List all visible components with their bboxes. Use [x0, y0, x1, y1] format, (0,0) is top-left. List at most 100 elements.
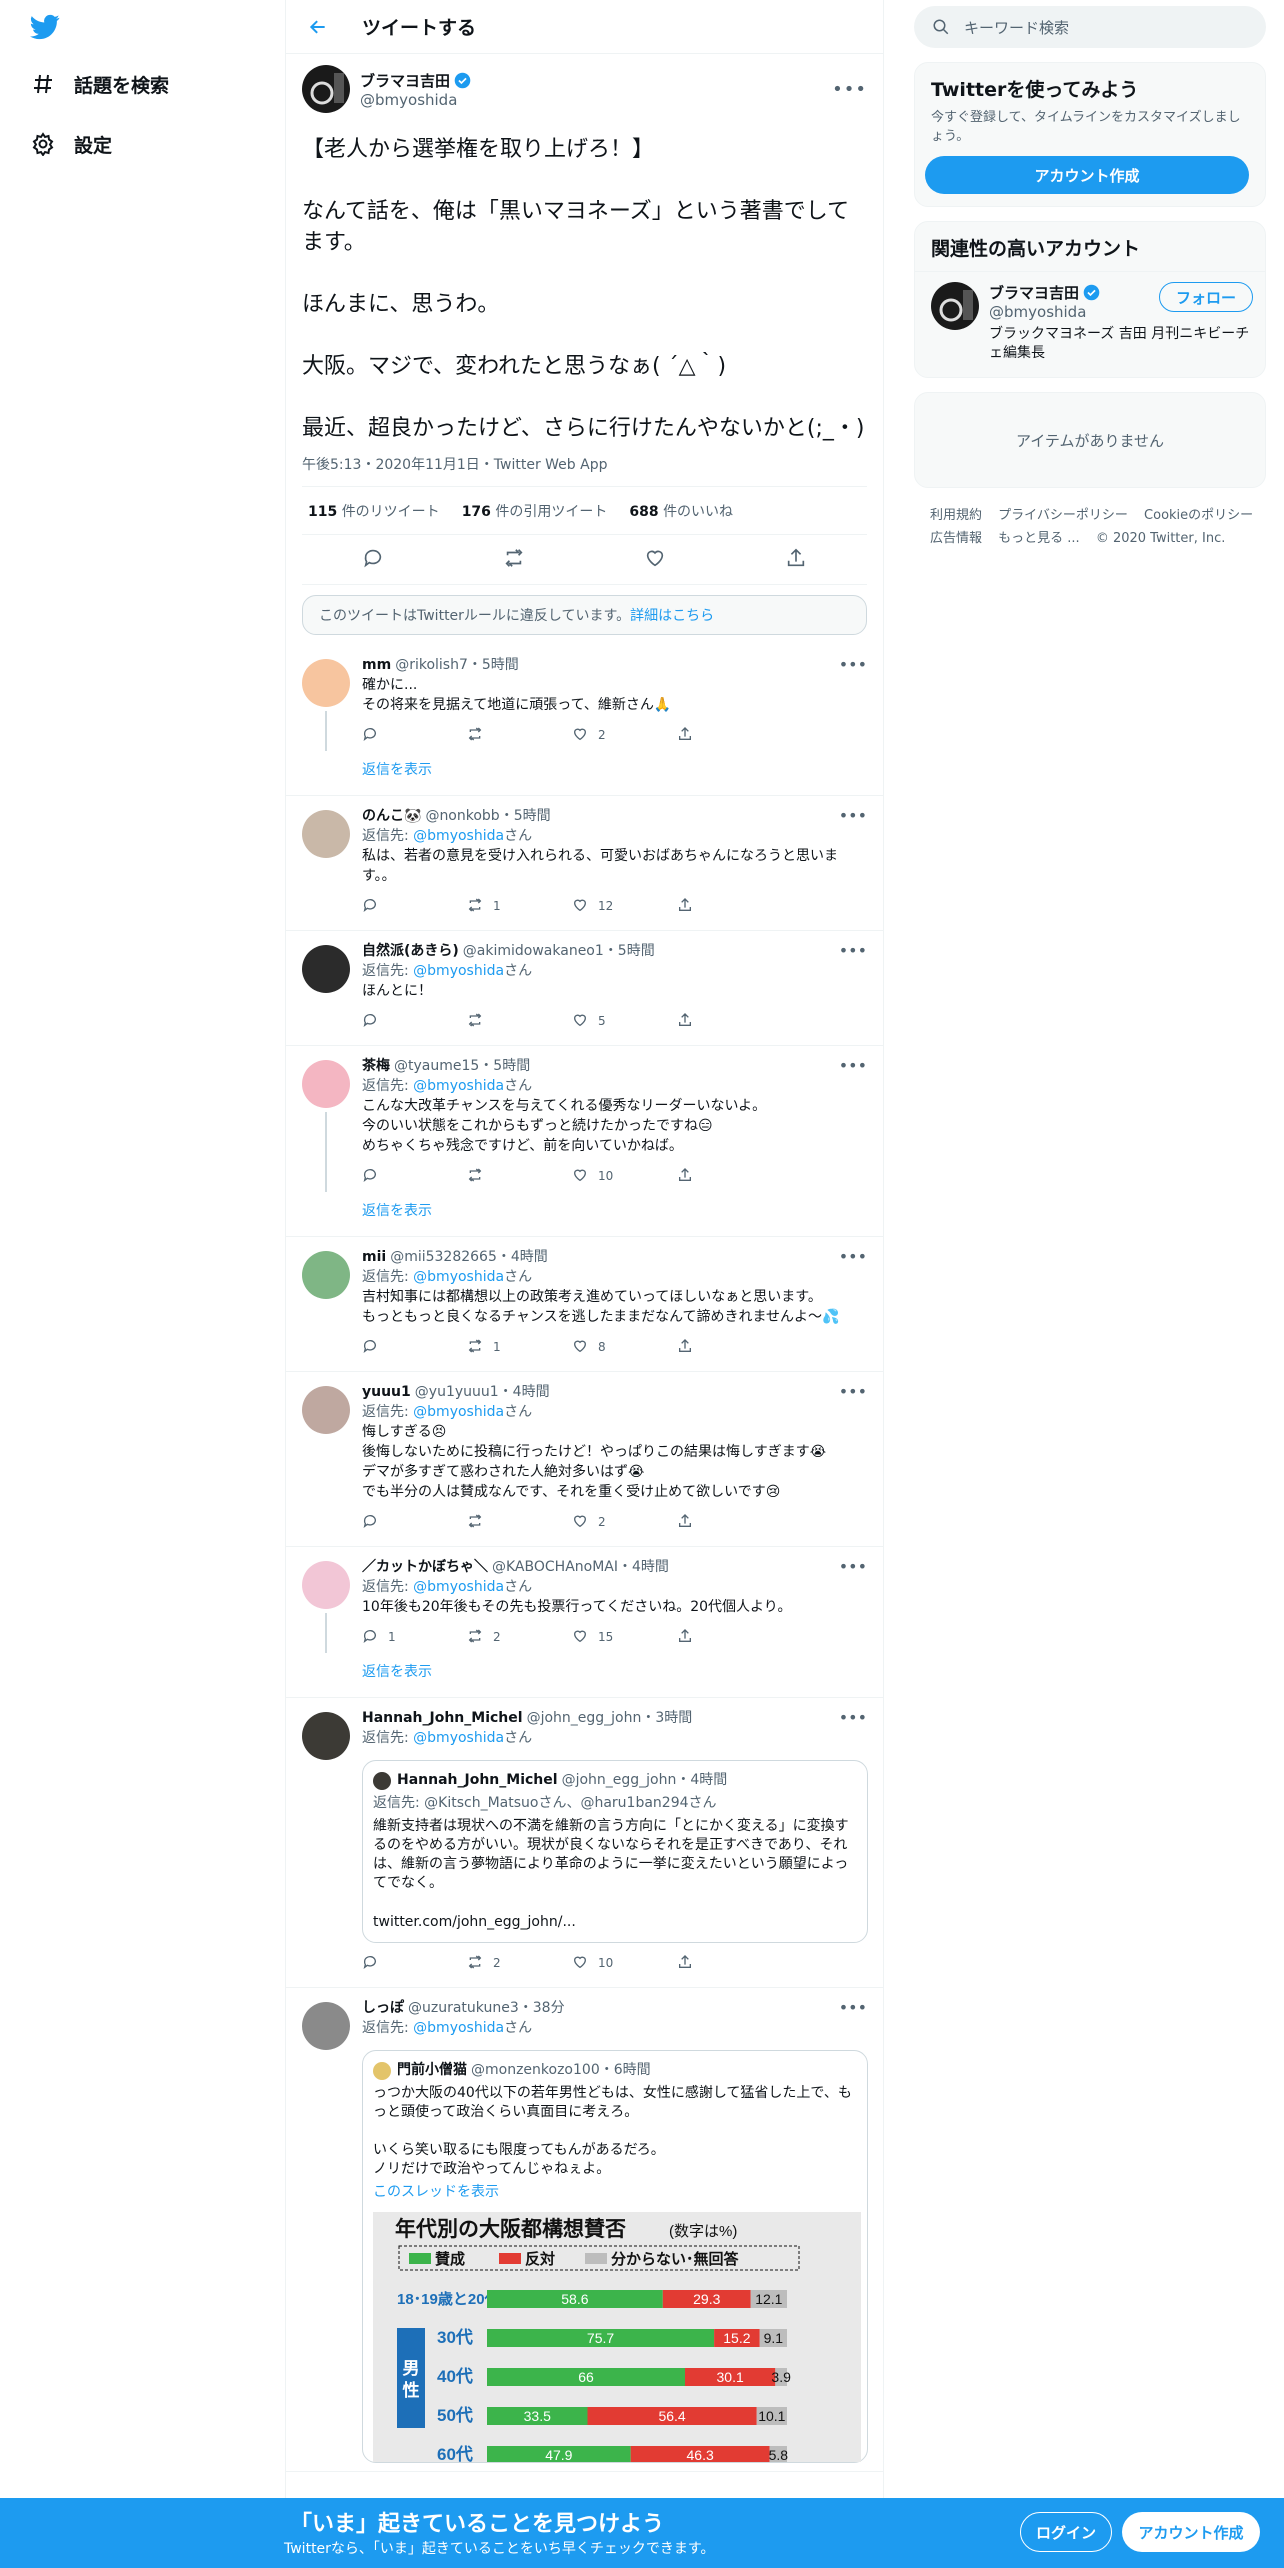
avatar[interactable] [302, 1712, 350, 1760]
reply-to-handle[interactable]: @bmyoshida [413, 1730, 504, 1746]
like-button[interactable]: 12 [572, 897, 677, 916]
more-icon[interactable]: ••• [839, 1998, 867, 2018]
more-icon[interactable]: ••• [832, 79, 867, 100]
avatar[interactable] [931, 282, 979, 330]
reply-author-handle[interactable]: @tyaume15 [394, 1056, 479, 1076]
footer-link[interactable]: 利用規約 [930, 508, 982, 523]
reply-to-handle[interactable]: @bmyoshida [413, 1078, 504, 1094]
reply-tweet[interactable]: yuuu1 @yu1yuuu1 ・4時間 ••• 返信先: @bmyoshidaさん 悔し… [286, 1372, 883, 1547]
follow-button[interactable]: フォロー [1158, 282, 1253, 312]
reply-author-name[interactable]: Hannah_John_Michel [362, 1708, 523, 1728]
reply-time[interactable]: ・5時間 [468, 655, 519, 675]
share-icon[interactable] [785, 547, 807, 573]
share-button[interactable] [677, 726, 782, 745]
avatar[interactable] [302, 1561, 350, 1609]
reply-time[interactable]: ・38分 [519, 1998, 565, 2018]
reply-author-handle[interactable]: @KABOCHAnoMAI [492, 1557, 618, 1577]
nav-settings[interactable]: 設定 [28, 124, 112, 164]
reply-button[interactable] [362, 1167, 467, 1186]
more-icon[interactable]: ••• [839, 941, 867, 961]
footer-link[interactable]: プライバシーポリシー [998, 508, 1128, 523]
retweet-button[interactable]: 2 [467, 1628, 572, 1647]
reply-author-handle[interactable]: @akimidowakaneo1 [463, 941, 604, 961]
share-button[interactable] [677, 1954, 782, 1973]
tweet-meta[interactable]: 午後5:13・2020年11月1日・Twitter Web App [302, 454, 867, 487]
like-button[interactable]: 5 [572, 1012, 677, 1031]
reply-author-name[interactable]: のんこ🐼 [362, 806, 421, 826]
reply-time[interactable]: ・5時間 [479, 1056, 530, 1076]
show-thread-link[interactable]: このスレッドを表示 [373, 2183, 857, 2202]
quote-count[interactable]: 176 件の引用ツイート [462, 501, 608, 521]
reply-author-name[interactable]: mm [362, 655, 391, 675]
share-button[interactable] [677, 1012, 782, 1031]
reply-tweet[interactable]: ／カットかぼちゃ＼ @KABOCHAnoMAI ・4時間 ••• 返信先: @bmyos… [286, 1547, 883, 1698]
quoted-tweet[interactable]: 門前小僧猫 @monzenkozo100 ・6時間 っつか大阪の40代以下の若年男性ど… [362, 2050, 868, 2463]
reply-author-handle[interactable]: @mii53282665 [390, 1247, 497, 1267]
author-handle[interactable]: @bmyoshida [360, 91, 832, 109]
reply-author-name[interactable]: yuuu1 [362, 1382, 411, 1402]
footer-link[interactable]: Cookieのポリシー [1144, 508, 1253, 523]
retweet-button[interactable] [467, 1513, 572, 1532]
reply-author-name[interactable]: 自然派(あきら) [362, 941, 459, 961]
avatar[interactable] [302, 659, 350, 707]
reply-button[interactable] [362, 1954, 467, 1973]
author-name[interactable]: ブラマヨ吉田 [360, 70, 450, 91]
share-button[interactable] [677, 1513, 782, 1532]
retweet-icon[interactable] [503, 547, 525, 573]
reply-author-handle[interactable]: @rikolish7 [395, 655, 468, 675]
reply-button[interactable] [362, 1338, 467, 1357]
reply-button[interactable] [362, 1513, 467, 1532]
signup-button[interactable]: アカウント作成 [1122, 2512, 1260, 2552]
retweet-button[interactable] [467, 726, 572, 745]
avatar[interactable] [302, 2002, 350, 2050]
quote-link[interactable]: twitter.com/john_egg_john/... [373, 1913, 857, 1932]
avatar[interactable] [302, 810, 350, 858]
related-handle[interactable]: @bmyoshida [989, 303, 1159, 321]
like-button[interactable]: 8 [572, 1338, 677, 1357]
retweet-count[interactable]: 115 件のリツイート [308, 501, 440, 521]
avatar[interactable] [302, 1386, 350, 1434]
reply-time[interactable]: ・4時間 [618, 1557, 669, 1577]
share-button[interactable] [677, 1628, 782, 1647]
more-icon[interactable]: ••• [839, 655, 867, 675]
nav-explore[interactable]: 話題を検索 [28, 64, 169, 104]
avatar[interactable] [302, 945, 350, 993]
reply-tweet[interactable]: 茶梅 @tyaume15 ・5時間 ••• 返信先: @bmyoshidaさん こんな大改… [286, 1046, 883, 1237]
reply-time[interactable]: ・4時間 [497, 1247, 548, 1267]
reply-button[interactable] [362, 897, 467, 916]
reply-to-handle[interactable]: @bmyoshida [413, 2020, 504, 2036]
more-icon[interactable]: ••• [839, 1247, 867, 1267]
reply-author-name[interactable]: mii [362, 1247, 386, 1267]
twitter-logo-icon[interactable] [28, 12, 62, 42]
reply-time[interactable]: ・3時間 [641, 1708, 692, 1728]
retweet-button[interactable] [467, 1167, 572, 1186]
reply-time[interactable]: ・5時間 [604, 941, 655, 961]
reply-to-handle[interactable]: @bmyoshida [413, 1269, 504, 1285]
share-button[interactable] [677, 897, 782, 916]
reply-tweet[interactable]: mm @rikolish7 ・5時間 ••• 確かに... その将来を見据えて地道に頑張… [286, 645, 883, 796]
reply-author-name[interactable]: ／カットかぼちゃ＼ [362, 1557, 488, 1577]
reply-to-handle[interactable]: @bmyoshida [413, 1404, 504, 1420]
back-arrow-icon[interactable] [300, 9, 336, 45]
retweet-button[interactable]: 2 [467, 1954, 572, 1973]
avatar[interactable] [302, 1060, 350, 1108]
reply-icon[interactable] [362, 547, 384, 573]
like-button[interactable]: 2 [572, 726, 677, 745]
retweet-button[interactable]: 1 [467, 1338, 572, 1357]
reply-tweet[interactable]: しっぽ @uzuratukune3 ・38分 ••• 返信先: @bmyoshidaさん… [286, 1988, 883, 2472]
login-button[interactable]: ログイン [1020, 2512, 1112, 2552]
reply-to-handle[interactable]: @bmyoshida [413, 1579, 504, 1595]
quoted-tweet[interactable]: Hannah_John_Michel @john_egg_john ・4時間 返信先:… [362, 1760, 868, 1943]
reply-author-handle[interactable]: @nonkobb [425, 806, 499, 826]
footer-link[interactable]: 広告情報 [930, 531, 982, 546]
reply-author-name[interactable]: しっぽ [362, 1998, 404, 2018]
avatar[interactable] [302, 1251, 350, 1299]
reply-to-handle[interactable]: @bmyoshida [413, 828, 504, 844]
like-button[interactable]: 2 [572, 1513, 677, 1532]
reply-author-handle[interactable]: @yu1yuuu1 [415, 1382, 499, 1402]
share-button[interactable] [677, 1338, 782, 1357]
reply-time[interactable]: ・4時間 [499, 1382, 550, 1402]
reply-tweet[interactable]: のんこ🐼 @nonkobb ・5時間 ••• 返信先: @bmyoshidaさん 私は、若… [286, 796, 883, 931]
show-replies-link[interactable]: 返信を表示 [362, 1653, 867, 1689]
footer-link[interactable]: もっと見る ... [998, 531, 1080, 546]
